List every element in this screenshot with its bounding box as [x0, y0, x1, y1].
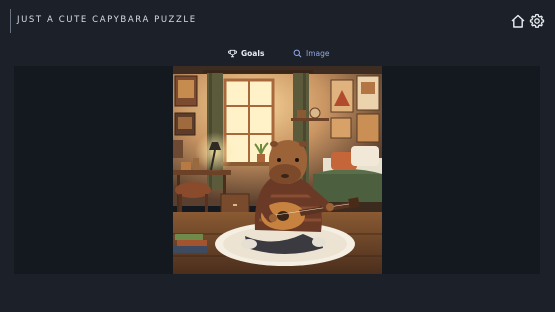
page-title: JUST A CUTE CAPYBARA PUZZLE — [17, 15, 197, 25]
title-divider — [10, 9, 11, 33]
gear-icon[interactable] — [529, 13, 545, 29]
tab-goals-label: Goals — [241, 48, 265, 58]
home-icon[interactable] — [510, 13, 526, 29]
tab-image[interactable]: Image — [293, 44, 330, 62]
puzzle-image[interactable] — [173, 66, 382, 274]
tab-bar: Goals Image — [0, 44, 555, 62]
puzzle-page: JUST A CUTE CAPYBARA PUZZLE Goals Image — [0, 0, 555, 312]
trophy-icon — [228, 49, 237, 58]
tab-image-label: Image — [306, 48, 330, 58]
header: JUST A CUTE CAPYBARA PUZZLE — [0, 0, 555, 40]
tab-goals[interactable]: Goals — [228, 44, 264, 62]
search-icon — [293, 49, 302, 58]
